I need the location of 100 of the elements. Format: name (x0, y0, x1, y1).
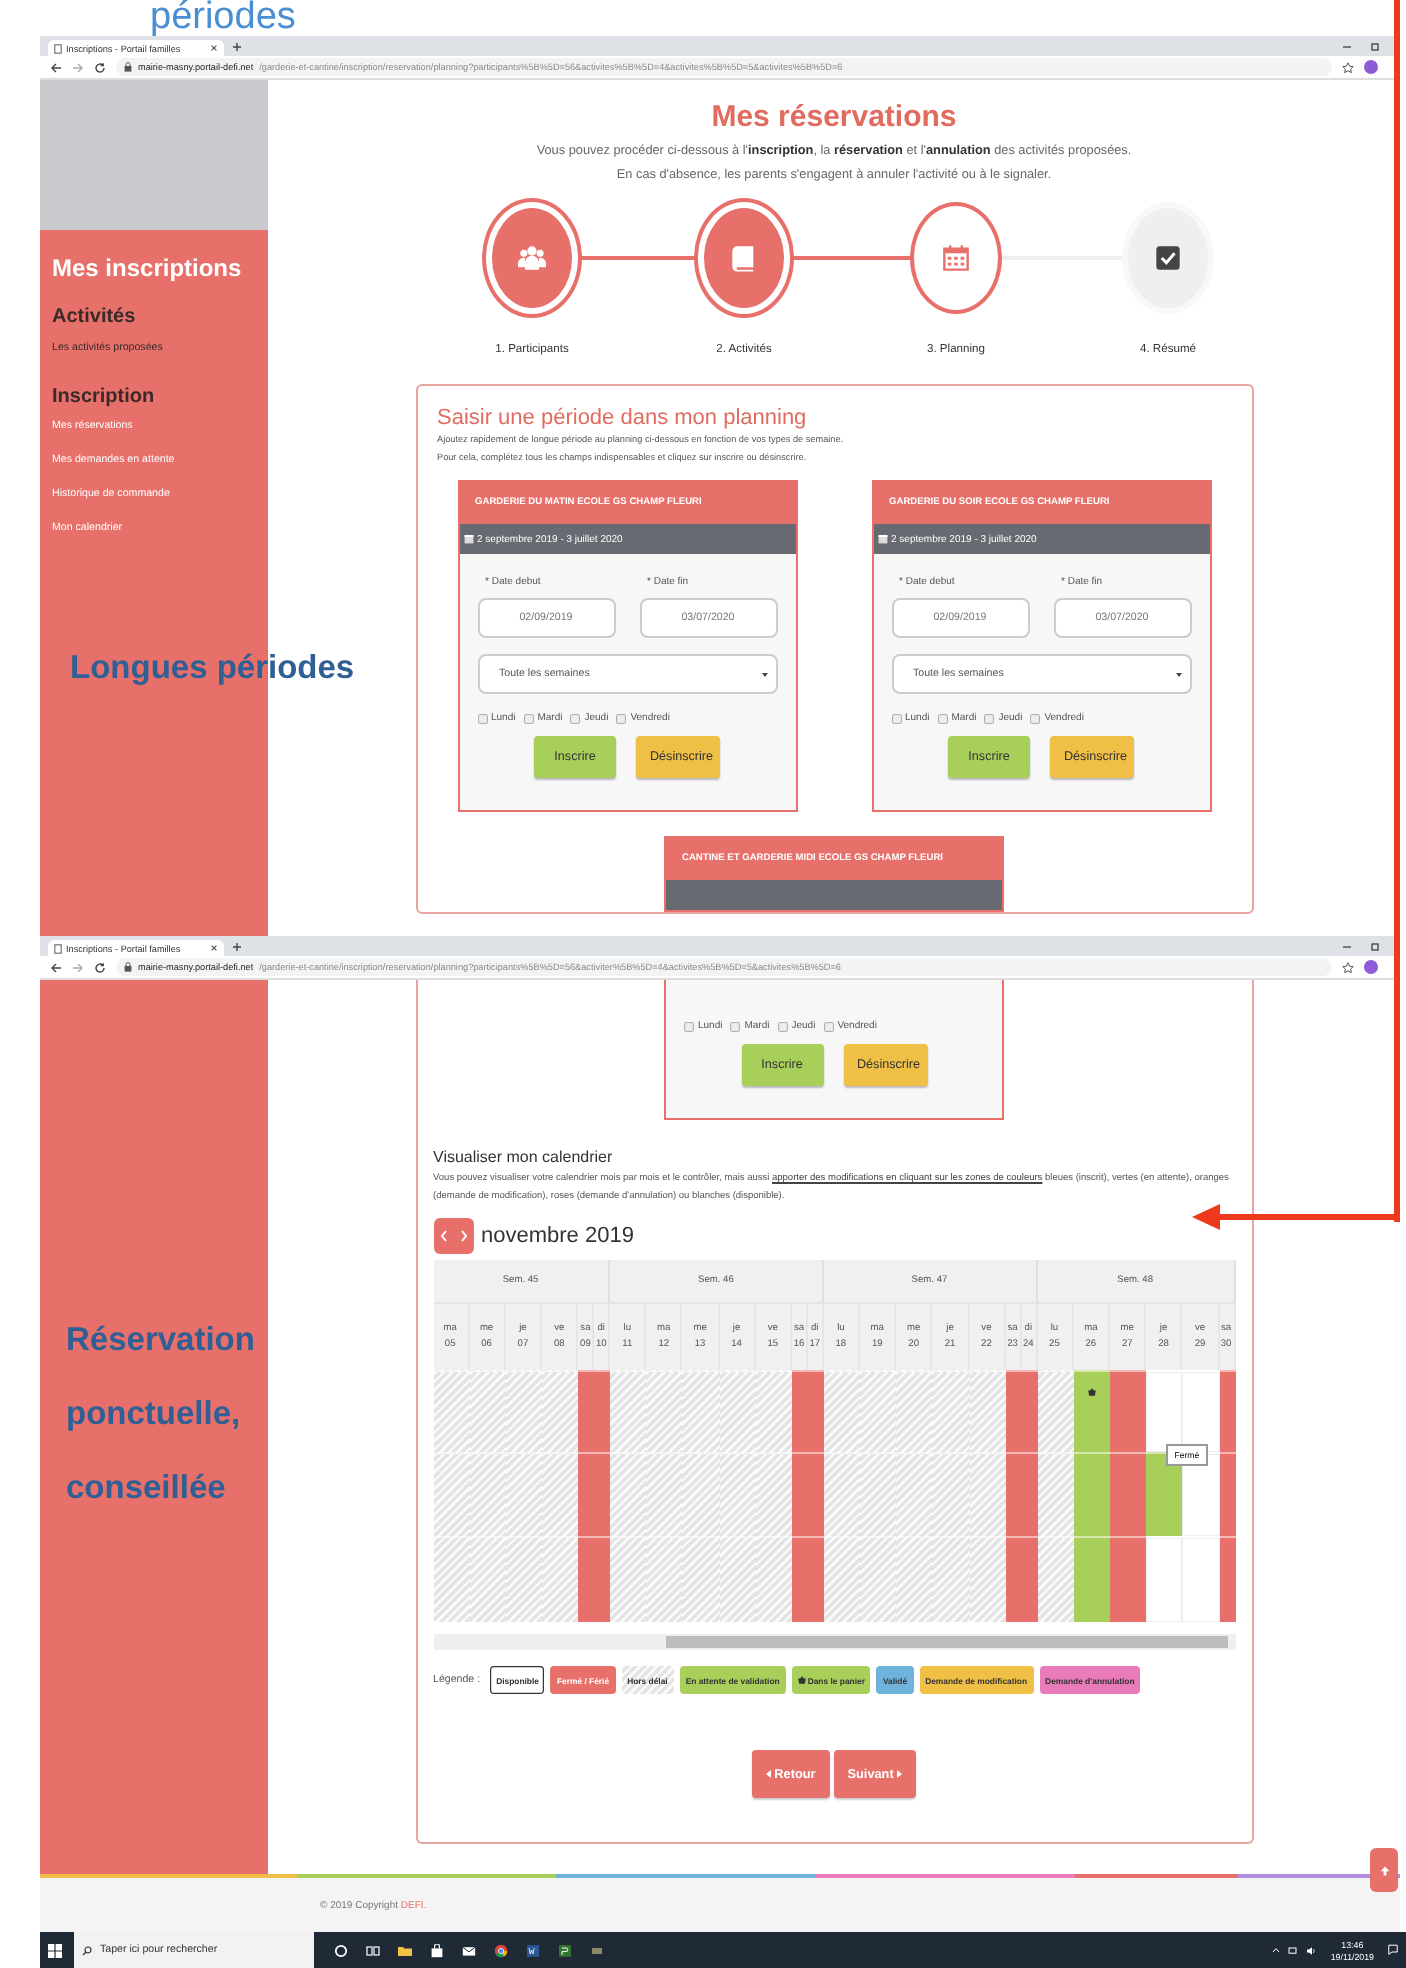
calendar-cell[interactable] (896, 1370, 933, 1452)
star-icon[interactable] (1342, 61, 1354, 73)
spreadsheet-icon[interactable] (558, 1943, 572, 1957)
checkbox[interactable] (937, 713, 948, 723)
calendar-cell[interactable] (682, 1370, 720, 1452)
speaker-icon[interactable] (1306, 1945, 1317, 1955)
calendar-cell[interactable] (860, 1370, 897, 1452)
calendar-cell[interactable] (932, 1536, 970, 1622)
calendar-cell[interactable] (682, 1536, 720, 1622)
calendar-cell[interactable] (646, 1452, 683, 1536)
checkbox[interactable] (616, 713, 627, 723)
calendar-cell[interactable] (823, 1452, 861, 1536)
calendar-cell[interactable] (823, 1370, 861, 1452)
notification-icon[interactable] (1388, 1944, 1398, 1956)
calendar-cell[interactable] (505, 1452, 543, 1536)
calendar-cell[interactable] (860, 1536, 897, 1622)
calendar-cell[interactable] (969, 1370, 1006, 1452)
checkbox[interactable] (570, 713, 581, 723)
plus-icon[interactable] (232, 942, 242, 952)
calendar-cell[interactable] (505, 1536, 543, 1622)
calendar-cell[interactable] (1073, 1370, 1111, 1452)
calendar-cell[interactable] (578, 1452, 595, 1536)
calendar-cell[interactable] (792, 1370, 808, 1452)
calendar-cell[interactable] (823, 1536, 861, 1622)
back-arrow-icon[interactable] (50, 961, 62, 973)
calendar-cell[interactable] (719, 1536, 756, 1622)
minimize-icon[interactable] (1342, 41, 1352, 51)
restore-icon[interactable] (1370, 941, 1380, 951)
checkbox[interactable] (984, 713, 995, 723)
checkbox[interactable] (823, 1021, 834, 1031)
folder-icon[interactable] (398, 1943, 412, 1957)
calendar-cell[interactable] (969, 1536, 1006, 1622)
close-icon[interactable] (210, 44, 218, 52)
checkbox[interactable] (684, 1021, 694, 1031)
calendar-cell[interactable] (1146, 1536, 1183, 1622)
forward-arrow-icon[interactable] (72, 961, 84, 973)
horizontal-scrollbar[interactable] (433, 1634, 1235, 1650)
calendar-cell[interactable] (896, 1536, 933, 1622)
start-icon[interactable] (48, 1943, 62, 1957)
close-icon[interactable] (210, 944, 218, 952)
calendar-cell[interactable] (792, 1452, 808, 1536)
calendar-cell[interactable] (1037, 1370, 1074, 1452)
checkbox[interactable] (777, 1021, 788, 1031)
calendar-cell[interactable] (755, 1370, 793, 1452)
calendar-cell[interactable] (594, 1370, 611, 1452)
calendar-cell[interactable] (932, 1370, 970, 1452)
calendar-cell[interactable] (610, 1370, 647, 1452)
calendar-cell[interactable] (578, 1536, 595, 1622)
calendar-cell[interactable] (1110, 1370, 1147, 1452)
plus-icon[interactable] (232, 42, 242, 52)
calendar-cell[interactable] (469, 1452, 506, 1536)
checkbox[interactable] (730, 1021, 741, 1031)
calendar-cell[interactable] (860, 1452, 897, 1536)
shopping-bag-icon[interactable] (430, 1943, 444, 1957)
calendar-cell[interactable] (646, 1370, 683, 1452)
calendar-cell[interactable] (542, 1452, 579, 1536)
calendar-cell[interactable] (469, 1536, 506, 1622)
calendar-cell[interactable] (433, 1452, 470, 1536)
mail-icon[interactable] (462, 1943, 476, 1957)
checkbox[interactable] (1030, 713, 1041, 723)
calendar-cell[interactable] (433, 1536, 470, 1622)
calendar-cell[interactable] (932, 1452, 970, 1536)
calendar-cell[interactable] (719, 1370, 756, 1452)
reload-icon[interactable] (94, 61, 106, 73)
task-view-icon[interactable] (366, 1943, 380, 1957)
profile-avatar[interactable] (1364, 60, 1378, 74)
calendar-cell[interactable] (969, 1452, 1006, 1536)
calendar-cell[interactable] (542, 1370, 579, 1452)
calendar-cell[interactable] (469, 1370, 506, 1452)
calendar-cell[interactable] (1110, 1452, 1147, 1536)
calendar-cell[interactable] (1182, 1536, 1220, 1622)
back-arrow-icon[interactable] (50, 61, 62, 73)
scroll-top-button[interactable] (1370, 1848, 1398, 1892)
calendar-cell[interactable] (594, 1536, 611, 1622)
previous-month-button[interactable] (433, 1218, 453, 1254)
reload-icon[interactable] (94, 961, 106, 973)
circle-icon[interactable] (334, 1943, 348, 1957)
calendar-cell[interactable] (1037, 1536, 1074, 1622)
minimize-icon[interactable] (1342, 941, 1352, 951)
calendar-cell[interactable] (542, 1536, 579, 1622)
profile-avatar[interactable] (1364, 960, 1378, 974)
calendar-cell[interactable] (896, 1452, 933, 1536)
calendar-cell[interactable] (1037, 1452, 1074, 1536)
calendar-cell[interactable] (1073, 1536, 1111, 1622)
calendar-cell[interactable] (610, 1536, 647, 1622)
calendar-cell[interactable] (594, 1452, 611, 1536)
restore-icon[interactable] (1370, 41, 1380, 51)
calendar-cell[interactable] (682, 1452, 720, 1536)
calendar-cell[interactable] (755, 1452, 793, 1536)
document-icon[interactable] (526, 1943, 540, 1957)
chevron-up-icon[interactable] (1272, 1946, 1281, 1954)
checkbox[interactable] (523, 713, 534, 723)
calendar-cell[interactable] (755, 1536, 793, 1622)
calendar-cell[interactable] (610, 1452, 647, 1536)
checkbox[interactable] (477, 713, 487, 723)
star-icon[interactable] (1342, 961, 1354, 973)
calendar-cell[interactable] (1110, 1536, 1147, 1622)
calendar-cell[interactable] (792, 1536, 808, 1622)
calendar-cell[interactable] (578, 1370, 595, 1452)
calendar-cell[interactable] (433, 1370, 470, 1452)
